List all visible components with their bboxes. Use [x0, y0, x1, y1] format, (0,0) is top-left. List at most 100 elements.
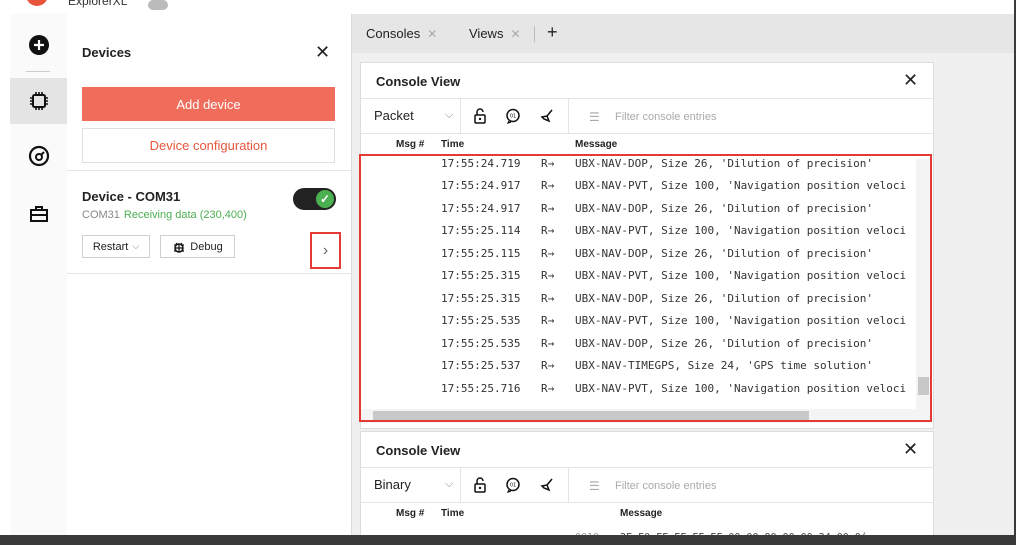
divider: [460, 99, 461, 133]
row-direction: R→: [541, 224, 555, 237]
rail-add-button[interactable]: [10, 22, 67, 68]
table-row[interactable]: 17:55:25.537 R→ UBX-NAV-TIMEGPS, Size 24, …: [361, 355, 914, 377]
chip-icon: [29, 92, 48, 110]
window-bottom-edge: [0, 535, 1016, 545]
col-header-msg: Msg #: [396, 139, 425, 150]
device-port-line: COM31 Receiving data (230,400): [82, 209, 247, 221]
add-tab-button[interactable]: +: [547, 22, 558, 43]
close-icon[interactable]: ✕: [510, 27, 520, 41]
row-message: UBX-NAV-PVT, Size 100, 'Navigation posit…: [575, 269, 907, 282]
tab-bar: Consoles ✕ Views ✕ +: [352, 14, 1016, 53]
divider: [568, 99, 569, 133]
chevron-down-icon[interactable]: ⌵: [445, 109, 453, 122]
query-button[interactable]: 01: [501, 474, 525, 496]
row-message: UBX-NAV-DOP, Size 26, 'Dilution of preci…: [575, 157, 874, 170]
filter-input[interactable]: [613, 107, 917, 127]
table-row[interactable]: 17:55:24.917 R→ UBX-NAV-DOP, Size 26, 'Dil…: [361, 198, 914, 220]
filter-icon: ☰: [589, 479, 600, 493]
lock-button[interactable]: [468, 105, 492, 127]
filter-input[interactable]: [613, 476, 917, 496]
row-time: 17:55:25.115: [441, 247, 521, 260]
clear-button[interactable]: [535, 105, 559, 127]
row-message: UBX-NAV-DOP, Size 26, 'Dilution of preci…: [575, 337, 874, 350]
divider: [67, 273, 351, 274]
title-toggle[interactable]: [148, 0, 168, 10]
row-direction: R→: [541, 382, 555, 395]
table-row[interactable]: 17:55:25.535 R→ UBX-NAV-DOP, Size 26, 'Dil…: [361, 333, 914, 355]
row-message: UBX-NAV-PVT, Size 100, 'Navigation posit…: [575, 382, 907, 395]
row-direction: R→: [541, 247, 555, 260]
tab-views[interactable]: Views ✕: [469, 14, 521, 53]
row-time: 17:55:25.535: [441, 314, 521, 327]
scrollbar-thumb[interactable]: [918, 377, 929, 395]
query-button[interactable]: 01: [501, 105, 525, 127]
chevron-down-icon[interactable]: ⌵: [445, 478, 453, 491]
table-row[interactable]: 17:55:25.716 R→ UBX-NAV-PVT, Size 100, 'Na…: [361, 378, 914, 400]
table-row[interactable]: 17:55:24.719 R→ UBX-NAV-DOP, Size 26, 'Dil…: [361, 153, 914, 175]
rail-separator: [26, 71, 50, 72]
scrollbar-thumb[interactable]: [373, 411, 809, 421]
devices-panel: Devices ✕ Add device Device configuratio…: [67, 14, 352, 535]
row-time: 17:55:25.537: [441, 359, 521, 372]
debug-button[interactable]: Debug: [160, 235, 235, 258]
row-time: 17:55:24.917: [441, 179, 521, 192]
broom-icon: [540, 478, 553, 492]
row-time: 17:55:24.719: [441, 157, 521, 170]
row-message: UBX-NAV-DOP, Size 26, 'Dilution of preci…: [575, 247, 874, 260]
left-rail: [10, 14, 68, 535]
table-row[interactable]: 17:55:25.315 R→ UBX-NAV-DOP, Size 26, 'Dil…: [361, 288, 914, 310]
close-icon[interactable]: ✕: [903, 70, 918, 91]
close-icon[interactable]: ✕: [903, 439, 918, 460]
col-header-time: Time: [441, 139, 465, 150]
console-title: Console View: [376, 443, 461, 458]
bug-icon: [174, 242, 185, 253]
row-message: UBX-NAV-PVT, Size 100, 'Navigation posit…: [575, 314, 907, 327]
format-select[interactable]: Binary: [374, 477, 411, 492]
table-row[interactable]: 17:55:25.115 R→ UBX-NAV-DOP, Size 26, 'Dil…: [361, 243, 914, 265]
chevron-down-icon: ⌵: [132, 241, 140, 251]
clear-button[interactable]: [535, 474, 559, 496]
console-rows[interactable]: 17:55:24.719 R→ UBX-NAV-DOP, Size 26, 'Dil…: [361, 153, 914, 408]
lock-icon: [474, 477, 486, 493]
device-name: Device - COM31: [82, 189, 181, 204]
horizontal-scrollbar[interactable]: [361, 409, 931, 423]
divider: [568, 468, 569, 502]
tab-consoles[interactable]: Consoles ✕: [366, 14, 437, 53]
message-icon: 01: [506, 108, 520, 124]
row-direction: R→: [541, 337, 555, 350]
table-row[interactable]: 17:55:25.535 R→ UBX-NAV-PVT, Size 100, 'Na…: [361, 310, 914, 332]
app-logo-icon: [26, 0, 48, 6]
console-view-binary: Console View ✕ Binary ⌵ 01 ☰ Msg #: [360, 431, 934, 543]
table-row[interactable]: 17:55:25.315 R→ UBX-NAV-PVT, Size 100, 'Na…: [361, 265, 914, 287]
rail-devices-button[interactable]: [10, 78, 67, 124]
title-bar: ExplorerXL: [0, 0, 1016, 14]
restart-button[interactable]: Restart ⌵: [82, 235, 150, 258]
device-expand-button[interactable]: ›: [310, 232, 341, 269]
close-icon[interactable]: ✕: [427, 27, 437, 41]
row-direction: R→: [541, 359, 555, 372]
devices-close-icon[interactable]: ✕: [315, 42, 330, 63]
row-direction: R→: [541, 157, 555, 170]
row-direction: R→: [541, 179, 555, 192]
device-port: COM31: [82, 209, 120, 221]
console-toolbar: Binary ⌵ 01 ☰: [361, 467, 933, 503]
table-row[interactable]: 17:55:25.114 R→ UBX-NAV-PVT, Size 100, 'Na…: [361, 220, 914, 242]
device-enable-toggle[interactable]: ✓: [293, 188, 336, 210]
row-message: UBX-NAV-PVT, Size 100, 'Navigation posit…: [575, 179, 907, 192]
vertical-scrollbar[interactable]: [916, 159, 931, 411]
rail-toolbox-button[interactable]: [10, 191, 67, 237]
restart-label: Restart: [92, 240, 129, 253]
row-message: UBX-NAV-DOP, Size 26, 'Dilution of preci…: [575, 202, 874, 215]
format-select[interactable]: Packet: [374, 108, 414, 123]
table-row[interactable]: 17:55:24.917 R→ UBX-NAV-PVT, Size 100, 'Na…: [361, 175, 914, 197]
row-time: 17:55:25.315: [441, 269, 521, 282]
lock-button[interactable]: [468, 474, 492, 496]
console-view-packet: Console View ✕ Packet ⌵ 01 ☰ Msg #: [360, 62, 934, 429]
workspace: Consoles ✕ Views ✕ + Console View ✕ Pack…: [352, 14, 1016, 543]
rail-gauge-button[interactable]: [10, 133, 67, 179]
lock-icon: [474, 108, 486, 124]
filter-icon: ☰: [589, 110, 600, 124]
device-configuration-button[interactable]: Device configuration: [82, 128, 335, 163]
add-device-button[interactable]: Add device: [82, 87, 335, 121]
devices-title: Devices: [82, 45, 132, 60]
